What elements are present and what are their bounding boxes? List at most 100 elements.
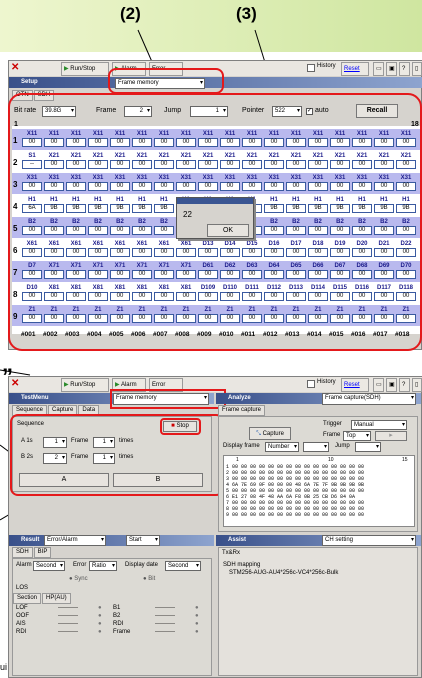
trigger-select[interactable]: Manual bbox=[351, 420, 407, 430]
alarm-led-icon: ● bbox=[98, 613, 102, 619]
alarm-led-icon: ● bbox=[195, 605, 199, 611]
alarm-value: ---------- bbox=[155, 613, 175, 619]
analyze-tabs: Frame capture bbox=[218, 405, 266, 416]
capture-jump-value[interactable] bbox=[355, 442, 381, 452]
display-date-select[interactable]: Second bbox=[165, 561, 201, 571]
save-icon[interactable]: ▣ bbox=[386, 62, 397, 76]
capture-icon: ⤡ bbox=[256, 431, 261, 437]
history-checkbox[interactable] bbox=[307, 64, 315, 72]
history-checkbox-2[interactable] bbox=[307, 380, 315, 388]
alarm-row: RDI ---------- ● bbox=[113, 621, 205, 629]
help-icon-2[interactable]: ? bbox=[399, 378, 410, 392]
alarm-row: LOF ---------- ● bbox=[16, 605, 108, 613]
highlight-testmenu-select bbox=[110, 389, 226, 409]
hex-lines: 1 00 00 00 00 00 00 00 00 00 00 00 00 00… bbox=[226, 464, 364, 518]
alarm-led-icon: ● bbox=[195, 613, 199, 619]
tab-frame-capture[interactable]: Frame capture bbox=[218, 405, 266, 416]
alarm-led-icon: ● bbox=[98, 605, 102, 611]
run-stop-button[interactable]: ▶ Run/Stop bbox=[61, 62, 109, 76]
capture-panel: ⤡ Capture Trigger Manual Frame Top ▸ Dis… bbox=[218, 416, 418, 532]
window-icon-2[interactable]: ▭ bbox=[373, 378, 384, 392]
alarm-value: ---------- bbox=[58, 605, 78, 611]
alarm-name: B2 bbox=[113, 613, 121, 619]
assist-panel: Tx&Rx SDH mapping STM256-AUG-AU4*256c-VC… bbox=[218, 547, 418, 676]
alarm-row: Frame ---------- ● bbox=[113, 629, 205, 637]
sync-indicator: ● Sync bbox=[69, 576, 88, 582]
los-label: LOS bbox=[16, 585, 29, 591]
assist-select[interactable]: CH setting bbox=[322, 535, 416, 546]
tab-result-sdh[interactable]: SDH bbox=[12, 547, 33, 558]
tab-result-bip[interactable]: BIP bbox=[33, 547, 52, 558]
alarm-name: RDI bbox=[113, 621, 124, 627]
alarm-value: ---------- bbox=[58, 613, 78, 619]
reset-button[interactable]: Reset bbox=[341, 62, 369, 76]
alarm-row: AIS ---------- ● bbox=[16, 621, 108, 629]
exit-icon[interactable]: ▯ bbox=[412, 62, 422, 76]
alarm-value: ---------- bbox=[58, 629, 78, 635]
tab-hp-au[interactable]: HP(AU) bbox=[42, 593, 71, 604]
window-icon[interactable]: ▭ bbox=[373, 62, 384, 76]
hex-line: 9 00 00 00 00 00 00 00 00 00 00 00 00 00… bbox=[226, 512, 365, 518]
app-logo-icon: ✕ bbox=[11, 62, 20, 73]
alarm-led-icon: ● bbox=[195, 629, 199, 635]
save-icon-2[interactable]: ▣ bbox=[386, 378, 397, 392]
app-logo-icon: ✕ bbox=[11, 378, 20, 389]
alarm-value: ---------- bbox=[155, 621, 175, 627]
assist-line-1: SDH mapping bbox=[223, 562, 261, 568]
alarm-name: LOF bbox=[16, 605, 28, 611]
reset-button-2[interactable]: Reset bbox=[341, 378, 369, 392]
exit-icon-2[interactable]: ▯ bbox=[412, 378, 422, 392]
error-unit-select[interactable]: Ratio bbox=[89, 561, 117, 571]
analyze-select[interactable]: Frame capture(SDH) bbox=[322, 393, 416, 405]
capture-button[interactable]: ⤡ Capture bbox=[249, 427, 291, 440]
result-tabs: SDH BIP bbox=[12, 547, 52, 558]
help-icon[interactable]: ? bbox=[399, 62, 410, 76]
capture-frame-label: Frame bbox=[323, 432, 341, 438]
alarm-name: B1 bbox=[113, 605, 121, 611]
tab-section[interactable]: Section bbox=[13, 593, 42, 604]
hex-view: 1 10 15 1 00 00 00 00 00 00 00 00 00 00 … bbox=[223, 455, 415, 527]
alarm-name: OOF bbox=[16, 613, 29, 619]
alarm-row: B2 ---------- ● bbox=[113, 613, 205, 621]
alarm-name: RDI bbox=[16, 629, 27, 635]
alarm-name: Frame bbox=[113, 629, 131, 635]
alarm-row: B1 ---------- ● bbox=[113, 605, 205, 613]
history-label-2: History bbox=[317, 379, 336, 385]
leader-quote bbox=[0, 369, 31, 376]
highlight-sequence bbox=[10, 414, 224, 496]
alarm-icon: ▶ bbox=[115, 382, 120, 388]
alarm-led-icon: ● bbox=[195, 621, 199, 627]
alarm-list-right: B1 ---------- ● B2 ---------- ● RDI ---------- ●… bbox=[113, 605, 205, 637]
play-icon: ▶ bbox=[64, 66, 69, 72]
trigger-label: Trigger bbox=[323, 421, 342, 427]
trigger-button[interactable]: ▸ bbox=[375, 431, 407, 441]
alarm-led-icon: ● bbox=[98, 629, 102, 635]
capture-frame-select[interactable]: Top bbox=[343, 431, 371, 441]
result-titlebar: Result bbox=[9, 535, 214, 546]
result-panel: Alarm Second Error Ratio Display date Se… bbox=[12, 558, 212, 676]
alarm-led-icon: ● bbox=[98, 621, 102, 627]
alarm-list-left: LOF ---------- ● OOF ---------- ● AIS ---------… bbox=[16, 605, 108, 637]
highlight-grid bbox=[8, 93, 422, 351]
los-tabs: Section HP(AU) bbox=[13, 593, 72, 604]
play-icon: ▶ bbox=[64, 382, 69, 388]
bit-indicator: ● Bit bbox=[143, 576, 156, 582]
alarm-row: RDI ---------- ● bbox=[16, 629, 108, 637]
assist-line-2: STM256-AUG-AU4*256c-VC4*256c-Bulk bbox=[229, 570, 339, 576]
display-frame-value[interactable] bbox=[303, 442, 329, 452]
alarm-value: ---------- bbox=[58, 621, 78, 627]
start-select[interactable]: Start bbox=[126, 535, 160, 546]
display-frame-select[interactable]: Number bbox=[265, 442, 299, 452]
history-label: History bbox=[317, 63, 336, 69]
alarm-value: ---------- bbox=[155, 629, 175, 635]
assist-tab[interactable]: Tx&Rx bbox=[222, 550, 240, 556]
run-stop-button-2[interactable]: ▶ Run/Stop bbox=[61, 378, 109, 392]
result-select[interactable]: Error/Alarm bbox=[44, 535, 106, 546]
capture-jump-label: Jump bbox=[335, 443, 350, 449]
alarm-unit-select[interactable]: Second bbox=[33, 561, 65, 571]
alarm-row: OOF ---------- ● bbox=[16, 613, 108, 621]
highlight-mode-select bbox=[108, 68, 224, 94]
alarm-name: AIS bbox=[16, 621, 26, 627]
alarm-value: ---------- bbox=[155, 605, 175, 611]
display-frame-label: Display frame bbox=[223, 443, 260, 449]
